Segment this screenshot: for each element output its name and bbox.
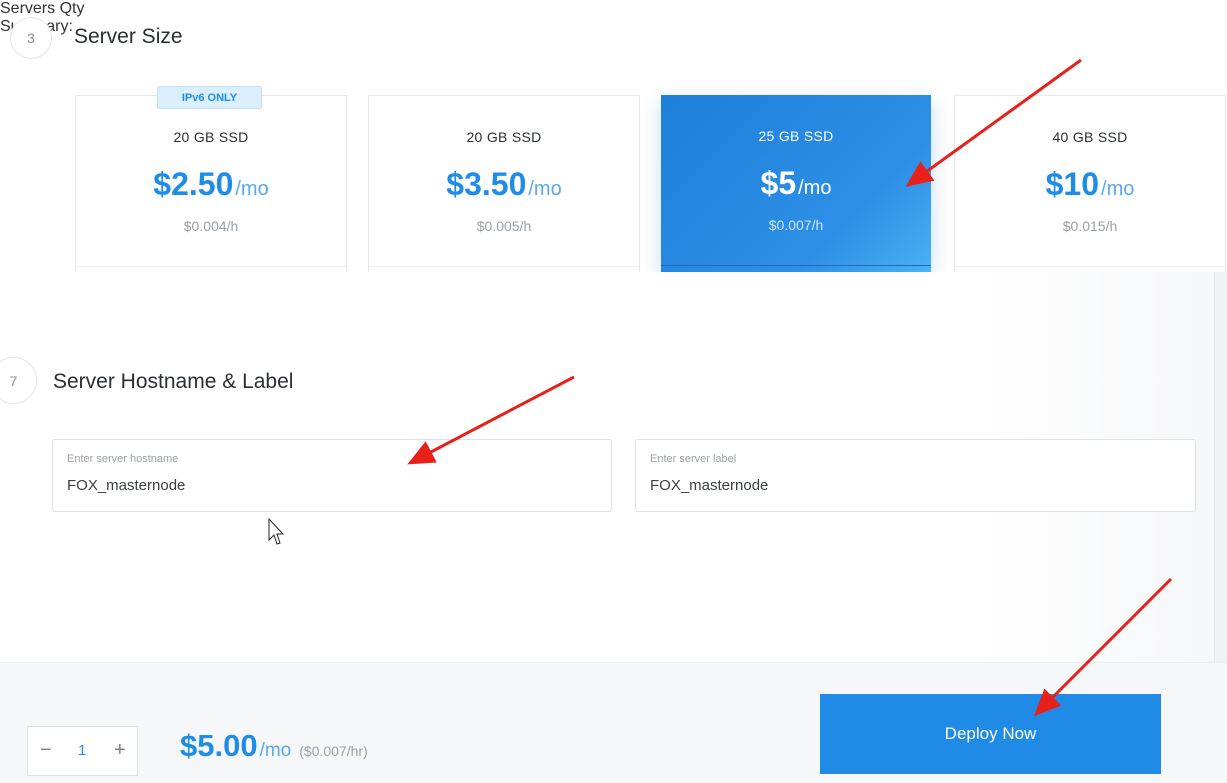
plan-price-period: /mo (1101, 178, 1135, 200)
plan-storage: 25 GB SSD (758, 128, 834, 144)
plan-price: $5/mo (661, 165, 931, 202)
plan-card-40gb[interactable]: 40 GB SSD $10/mo $0.015/h (954, 95, 1226, 272)
plan-storage: 40 GB SSD (1052, 129, 1128, 145)
plan-card-25gb-selected[interactable]: 25 GB SSD $5/mo $0.007/h (661, 95, 931, 272)
plan-hourly: $0.007/h (768, 217, 824, 233)
plan-storage: 20 GB SSD (173, 129, 249, 145)
step-number: 7 (9, 372, 18, 389)
plan-price-value: $2.50 (153, 166, 234, 202)
plan-price: $2.50/mo (76, 166, 346, 203)
server-size-section: 3 Server Size 20 GB SSD $2.50/mo $0.004/… (0, 0, 1227, 272)
plan-price-value: $10 (1045, 166, 1100, 202)
plan-hourly: $0.015/h (1062, 218, 1118, 234)
plan-divider (661, 265, 931, 266)
plan-card-20gb-ipv6[interactable]: 20 GB SSD $2.50/mo $0.004/h (75, 95, 347, 272)
plan-price: $10/mo (955, 166, 1225, 203)
quantity-stepper[interactable]: − 1 + (27, 726, 138, 776)
step-number: 3 (27, 30, 35, 46)
plan-price-value: $3.50 (446, 166, 527, 202)
deploy-now-button[interactable]: Deploy Now (820, 694, 1161, 774)
plan-price-period: /mo (528, 178, 562, 200)
ipv6-only-badge: IPv6 ONLY (157, 86, 262, 109)
plan-price-period: /mo (798, 177, 832, 199)
plan-divider (955, 266, 1225, 267)
plan-divider (76, 266, 346, 267)
plan-divider (369, 266, 639, 267)
summary-period: /mo (259, 740, 292, 761)
label-field-label: Enter server label (650, 453, 737, 465)
qty-value: 1 (78, 742, 87, 759)
mouse-cursor-icon (268, 518, 284, 545)
hostname-field-label: Enter server hostname (67, 453, 179, 465)
scrollbar-track[interactable] (1214, 272, 1227, 662)
step-number-badge: 3 (10, 17, 52, 59)
summary-total: $5.00/mo ($0.007/hr) (180, 728, 368, 764)
label-field[interactable]: Enter server label (635, 439, 1196, 512)
hostname-input[interactable] (67, 477, 570, 494)
section-title-server-size: Server Size (74, 25, 183, 48)
qty-plus-button[interactable]: + (114, 739, 126, 762)
plan-price: $3.50/mo (369, 166, 639, 203)
plan-storage: 20 GB SSD (466, 129, 542, 145)
qty-minus-button[interactable]: − (40, 739, 52, 762)
plan-price-value: $5 (760, 165, 797, 201)
plan-card-20gb[interactable]: 20 GB SSD $3.50/mo $0.005/h (368, 95, 640, 272)
section-title-hostname: Server Hostname & Label (53, 370, 294, 393)
summary-hourly: ($0.007/hr) (299, 743, 368, 759)
hostname-field[interactable]: Enter server hostname (52, 439, 612, 512)
plan-price-period: /mo (235, 178, 269, 200)
label-input[interactable] (650, 477, 1154, 494)
plan-hourly: $0.005/h (476, 218, 532, 234)
summary-price: $5.00 (180, 728, 258, 763)
plan-hourly: $0.004/h (183, 218, 239, 234)
